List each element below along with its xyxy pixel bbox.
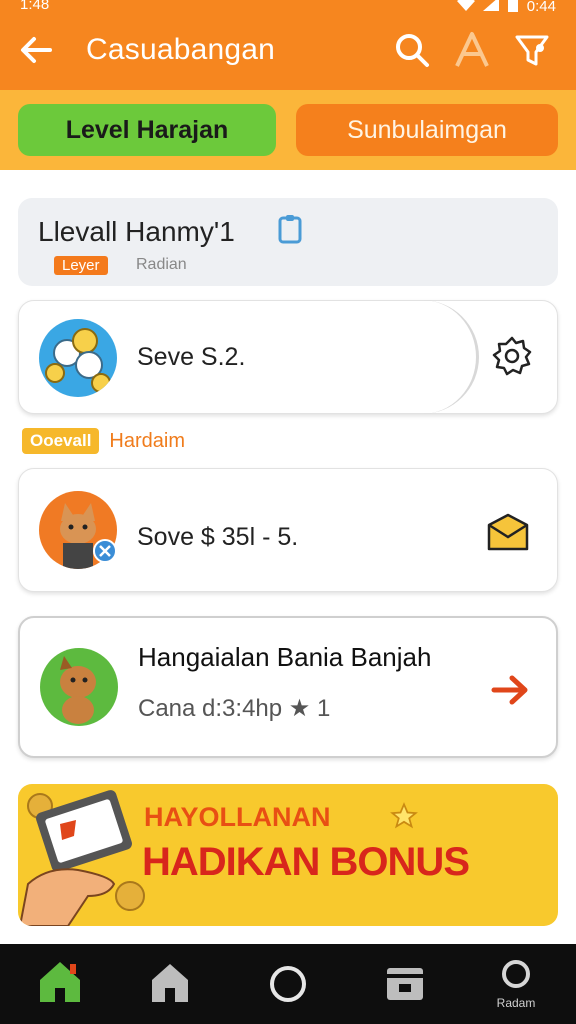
nav-profile-label: Radam [496, 996, 536, 1010]
circle-icon [270, 966, 306, 1002]
arrow-right-icon[interactable] [488, 668, 532, 712]
banner-line1: HAYOLLANAN [144, 802, 331, 832]
text-size-button[interactable] [452, 30, 492, 70]
gear-icon[interactable] [489, 333, 535, 379]
banner-line2: HADIKAN BONUS [142, 840, 470, 884]
app-bar: 1:48 0:44 Casuabangan [0, 0, 576, 90]
filter-icon [515, 35, 549, 66]
profile-subtitle: Radian [136, 256, 187, 273]
tablet-hand-icon [18, 784, 158, 926]
battery-text: 0:44 [526, 0, 556, 15]
home-icon [40, 962, 80, 1002]
search-icon [396, 34, 429, 67]
section-label: Hardaim [109, 429, 185, 452]
search-button[interactable] [392, 30, 432, 70]
nav-home[interactable] [30, 956, 90, 1016]
section-tag: Ooevall [22, 428, 100, 454]
card-divider [399, 300, 479, 414]
profile-summary: Llevall Hanmy'1 Leyer Radian [18, 198, 558, 286]
page-title: Casuabangan [86, 33, 276, 66]
profile-name: Llevall Hanmy'1 [38, 216, 235, 247]
level-badge: Leyer [54, 256, 108, 275]
nav-wallet[interactable] [375, 956, 435, 1016]
list-item[interactable]: Sove $ 35l - 5. [18, 468, 558, 592]
store-icon [152, 964, 188, 1002]
bottom-nav: Radam [0, 944, 576, 1024]
tab-level[interactable]: Level Harajan [18, 104, 276, 156]
filter-button[interactable] [512, 30, 552, 70]
dog-avatar-icon [40, 648, 118, 726]
nav-center[interactable] [258, 956, 318, 1016]
section-header: Ooevall Hardaim [22, 426, 185, 456]
wallet-icon [387, 968, 423, 1000]
tab-sunbulaimgan[interactable]: Sunbulaimgan [296, 104, 558, 156]
battery-icon [507, 0, 519, 16]
back-button[interactable] [16, 30, 56, 70]
featured-item[interactable]: Hangaialan Bania Banjah Cana d:3:4hp ★ 1 [18, 616, 558, 758]
nav-profile[interactable]: Radam [486, 956, 546, 1016]
back-arrow-icon [21, 37, 52, 63]
status-time: 1:48 [20, 0, 50, 13]
signal-icon [482, 0, 499, 15]
featured-subtitle: Cana d:3:4hp ★ 1 [138, 695, 331, 722]
list-item[interactable]: Seve S.2. [18, 300, 558, 414]
item-text: Sove $ 35l - 5. [137, 523, 299, 551]
wifi-icon [456, 0, 475, 15]
featured-title: Hangaialan Bania Banjah [138, 642, 432, 672]
tool-icon [93, 539, 117, 563]
nav-store[interactable] [140, 956, 200, 1016]
envelope-icon[interactable] [485, 511, 531, 557]
bonus-banner[interactable]: HAYOLLANAN HADIKAN BONUS [18, 784, 558, 926]
coins-icon [39, 319, 117, 397]
clipboard-icon [274, 214, 306, 246]
font-icon [455, 32, 489, 67]
status-bar: 1:48 0:44 [0, 0, 576, 18]
profile-icon [502, 960, 530, 988]
star-icon [390, 802, 418, 830]
tab-bar: Level Harajan Sunbulaimgan [0, 90, 576, 170]
item-text: Seve S.2. [137, 343, 246, 371]
